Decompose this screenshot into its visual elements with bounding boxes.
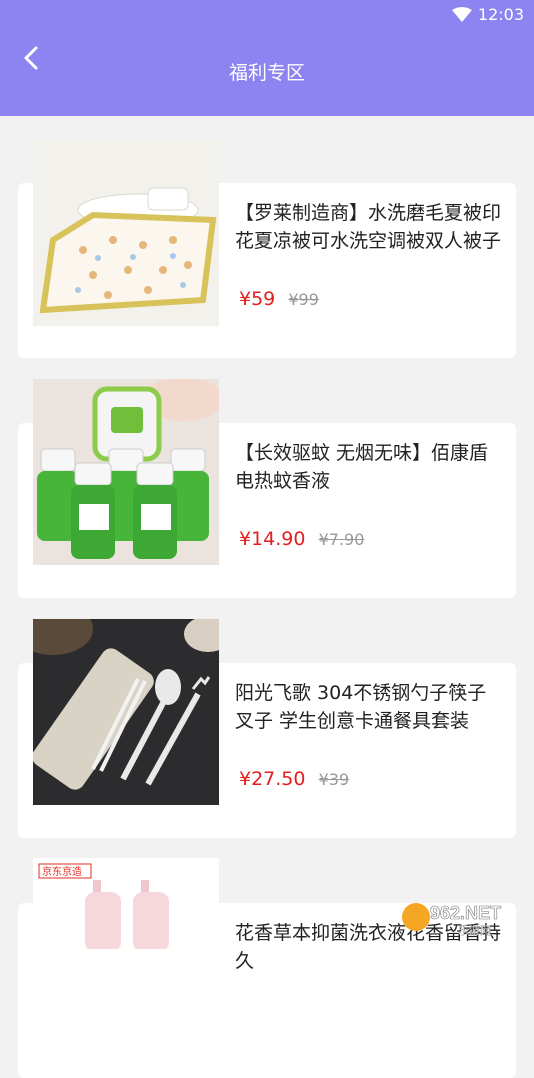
product-price: ¥59 [239,288,276,310]
product-image-quilt[interactable] [33,140,219,326]
app-header: 12:03 福利专区 [0,0,534,116]
watermark-text: 962.NET [430,903,501,923]
price-row: ¥14.90 ¥7.90 [239,528,364,550]
product-title: 阳光飞歌 304不锈钢勺子筷子叉子 学生创意卡通餐具套装 [235,682,487,732]
product-original-price: ¥7.90 [318,530,365,549]
status-bar: 12:03 [0,0,534,30]
product-image-laundry-detergent[interactable]: 京东京造 [33,858,219,949]
watermark-subtext: 乐游网 [458,924,491,937]
site-watermark: 962.NET 乐游网 [402,903,501,937]
page-title: 福利专区 [228,62,305,84]
product-original-price: ¥39 [318,770,350,789]
product-title: 【罗莱制造商】水洗磨毛夏被印花夏凉被可水洗空调被双人被子 [235,202,502,252]
product-price: ¥14.90 [239,528,306,550]
wifi-icon [452,7,472,22]
product-image-cutlery-set[interactable] [33,619,219,805]
price-row: ¥59 ¥99 [239,288,319,310]
product-image-mosquito-liquid[interactable] [33,379,219,565]
status-time: 12:03 [477,5,524,24]
jd-badge: 京东京造 [42,865,82,878]
product-title: 【长效驱蚊 无烟无味】佰康盾电热蚊香液 [235,442,489,492]
price-row: ¥27.50 ¥39 [239,768,349,790]
product-price: ¥27.50 [239,768,306,790]
product-original-price: ¥99 [288,290,319,309]
